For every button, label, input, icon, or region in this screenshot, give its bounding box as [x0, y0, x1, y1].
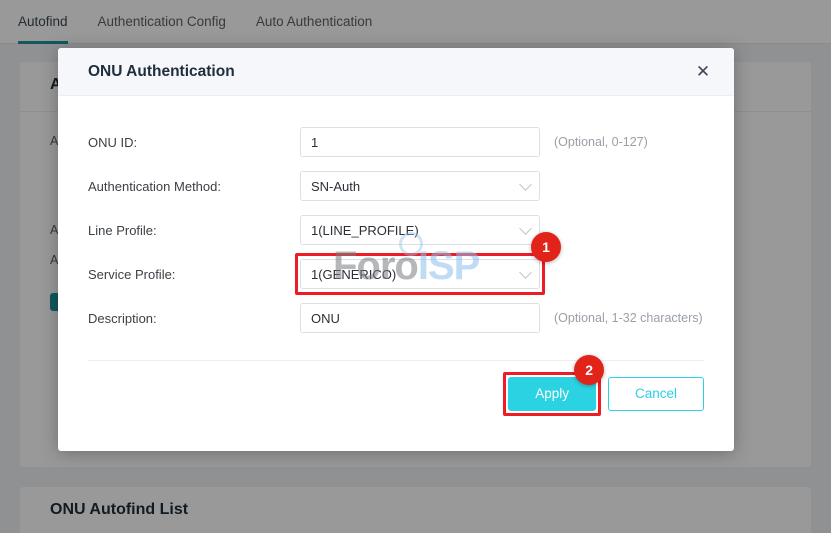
- line-profile-label: Line Profile:: [88, 222, 157, 238]
- service-profile-value: 1(GENERICO): [311, 266, 397, 282]
- onu-id-hint: (Optional, 0-127): [554, 135, 648, 149]
- auth-method-label: Authentication Method:: [88, 178, 221, 194]
- service-profile-select[interactable]: 1(GENERICO): [300, 259, 540, 289]
- app-root: Autofind Authentication Config Auto Auth…: [0, 0, 831, 533]
- apply-button-wrap: Apply 2: [503, 355, 605, 416]
- onu-authentication-dialog: ONU Authentication ✕ ONU ID: (Optional, …: [58, 48, 734, 451]
- dialog-header: ONU Authentication ✕: [58, 48, 734, 96]
- onu-id-label: ONU ID:: [88, 134, 138, 150]
- dialog-body: ONU ID: (Optional, 0-127) Authentication…: [58, 96, 734, 340]
- auth-method-select[interactable]: SN-Auth: [300, 171, 540, 201]
- chevron-down-icon: [519, 178, 532, 191]
- chevron-down-icon: [519, 222, 532, 235]
- field-row-onu-id: ONU ID: (Optional, 0-127): [88, 120, 704, 164]
- cancel-button[interactable]: Cancel: [607, 377, 704, 411]
- onu-id-input[interactable]: [300, 127, 540, 157]
- field-row-service-profile: Service Profile: 1(GENERICO) 1: [88, 232, 704, 296]
- description-label: Description:: [88, 310, 157, 326]
- watermark-ring: [399, 232, 423, 256]
- chevron-down-icon: [519, 266, 532, 279]
- description-field-wrap: [300, 303, 540, 333]
- auth-method-value: SN-Auth: [311, 178, 361, 194]
- service-profile-field-wrap: 1(GENERICO) 1: [295, 232, 561, 295]
- description-hint: (Optional, 1-32 characters): [554, 311, 703, 325]
- onu-id-field-wrap: [300, 127, 540, 157]
- description-input[interactable]: [300, 303, 540, 333]
- service-profile-label: Service Profile:: [88, 266, 176, 282]
- dialog-footer: Apply 2 Cancel: [58, 355, 734, 416]
- auth-method-field-wrap: SN-Auth: [300, 171, 540, 201]
- field-row-auth-method: Authentication Method: SN-Auth: [88, 164, 704, 208]
- close-icon[interactable]: ✕: [690, 59, 716, 85]
- step-badge-2: 2: [574, 355, 605, 385]
- field-row-line-profile: Line Profile: 1(LINE_PROFILE): [88, 208, 704, 252]
- dialog-title: ONU Authentication: [88, 62, 235, 80]
- field-row-description: Description: (Optional, 1-32 characters): [88, 296, 704, 340]
- step-badge-1: 1: [531, 232, 561, 262]
